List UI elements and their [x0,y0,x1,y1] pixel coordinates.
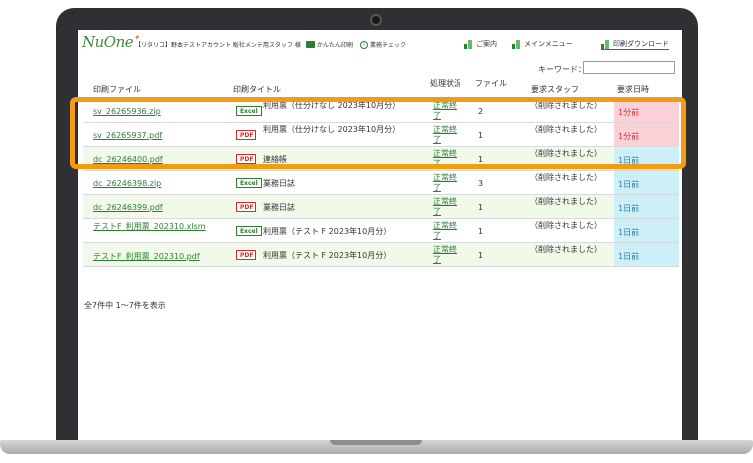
nav-print-download[interactable]: 印刷ダウンロード [601,39,669,50]
status-link[interactable]: 正常終了 [433,197,458,217]
file-count: 1 [478,203,484,212]
print-title: 利用票（テスト F 2023年10月分） [263,251,392,260]
file-count: 3 [478,179,484,188]
bars-icon [601,39,610,49]
print-title: 利用票（テスト F 2023年10月分） [263,227,392,236]
table-header: 印刷ファイル 印刷タイトル 処理状況 ファイル数 要求スタッフ 要求日時 [83,77,679,99]
request-staff: （削除されました） [530,173,602,182]
header-count: ファイル数 [475,79,507,88]
nav-guide-label: ご案内 [476,40,497,48]
table-row: dc_26246399.pdf PDF 業務日誌 正常終了 1 （削除されました… [83,195,679,219]
app-header: NuOne✦ 【リタリコ】野本テストアカウント 販社メンテ用スタッフ 様 かんた… [78,30,682,58]
bars-icon [512,39,521,49]
header-title: 印刷タイトル [233,85,281,94]
file-count: 1 [478,227,484,236]
laptop-notch [330,440,422,445]
request-staff: （削除されました） [530,197,602,206]
request-time: 1日前 [614,195,679,218]
easy-print-label: かんたん印刷 [317,42,354,49]
request-time: 1日前 [614,243,679,266]
table-row: dc_26246398.zip Excel 業務日誌 正常終了 3 （削除されま… [83,171,679,195]
result-summary: 全7件中 1～7件を表示 [84,301,166,310]
status-link[interactable]: 正常終了 [433,221,458,241]
status-link[interactable]: 正常終了 [433,245,458,265]
nav-download-label: 印刷ダウンロード [613,40,669,48]
nav-main-menu-label: メインメニュー [524,40,573,48]
file-link[interactable]: テストF_利用票_202310.xlsm [93,222,223,232]
request-time: 1日前 [614,171,679,194]
table-row: テストF_利用票_202310.xlsm Excel 利用票（テスト F 202… [83,219,679,243]
user-info: 【リタリコ】野本テストアカウント 販社メンテ用スタッフ 様 [135,42,301,49]
file-link[interactable]: dc_26246398.zip [93,179,161,188]
logo-text: NuOne [82,33,134,51]
screen: NuOne✦ 【リタリコ】野本テストアカウント 販社メンテ用スタッフ 様 かんた… [78,30,682,440]
highlight-box [70,97,686,169]
nav-main-menu[interactable]: メインメニュー [512,39,573,49]
print-title: 業務日誌 [263,179,295,188]
print-title: 業務日誌 [263,203,295,212]
pdf-badge: PDF [236,250,256,260]
camera-icon [370,14,382,26]
bars-icon [464,39,473,49]
header-status: 処理状況 [430,79,460,88]
keyword-label: キーワード： [538,65,586,74]
file-count: 1 [478,251,484,260]
status-link[interactable]: 正常終了 [433,173,458,193]
pdf-badge: PDF [236,202,256,212]
app-logo[interactable]: NuOne✦ [82,33,140,51]
header-file: 印刷ファイル [93,85,141,94]
request-time: 1日前 [614,219,679,242]
work-check-link[interactable]: i 業務チェック [360,40,406,49]
printer-icon [306,41,315,48]
easy-print-link[interactable]: かんたん印刷 [306,40,353,49]
file-link[interactable]: dc_26246399.pdf [93,203,163,212]
work-check-label: 業務チェック [370,42,407,49]
table-row: テストF_利用票_202310.pdf PDF 利用票（テスト F 2023年1… [83,243,679,267]
excel-badge: Excel [236,178,262,188]
nav-guide[interactable]: ご案内 [464,39,497,49]
keyword-input[interactable] [583,61,675,74]
request-staff: （削除されました） [530,221,602,230]
header-staff: 要求スタッフ [531,85,579,94]
header-time: 要求日時 [617,85,649,94]
excel-badge: Excel [236,226,262,236]
info-icon: i [360,40,368,49]
file-link[interactable]: テストF_利用票_202310.pdf [93,251,200,262]
request-staff: （削除されました） [530,245,602,254]
